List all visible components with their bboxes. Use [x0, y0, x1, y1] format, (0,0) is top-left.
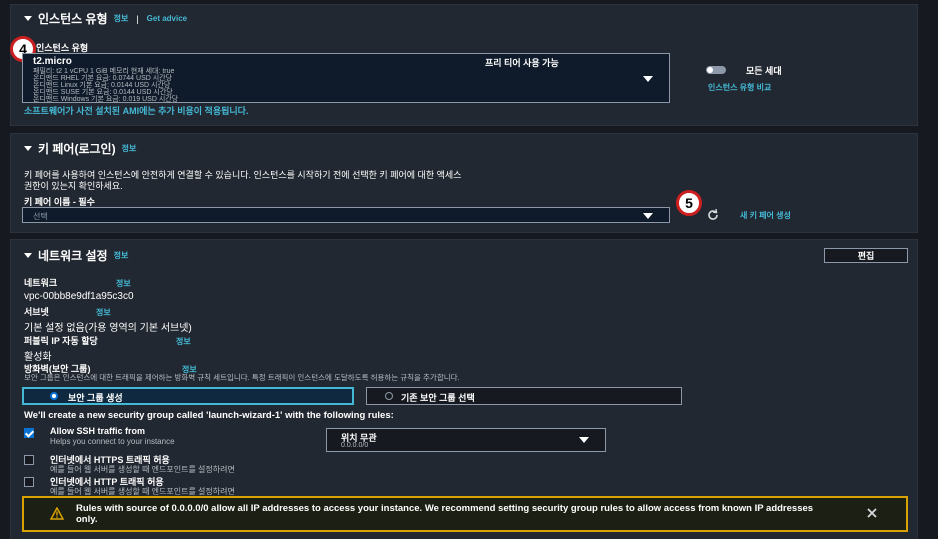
step-marker-5: 5: [676, 190, 702, 216]
create-security-group-label: 보안 그룹 생성: [68, 393, 123, 403]
ssh-source-select[interactable]: 위치 무관 0.0.0.0/0: [326, 428, 606, 452]
select-existing-security-group-label: 기존 보안 그룹 선택: [401, 393, 475, 403]
free-tier-label: 프리 티어 사용 가능: [485, 58, 559, 68]
instance-type-select[interactable]: t2.micro 패밀리: t2 1 vCPU 1 GiB 메모리 현재 세대:…: [22, 53, 670, 103]
chevron-down-icon[interactable]: [643, 76, 653, 82]
get-advice-link[interactable]: Get advice: [147, 14, 187, 23]
network-settings-info-link[interactable]: 정보: [114, 250, 129, 261]
collapse-caret-icon[interactable]: [24, 16, 32, 21]
subnet-value: 기본 설정 없음(가용 영역의 기본 서브넷): [24, 323, 192, 334]
public-ip-info-link[interactable]: 정보: [176, 336, 191, 347]
allow-https-sub: 예를 들어 웹 서버를 생성할 때 엔드포인트를 설정하려면: [50, 465, 235, 474]
allow-https-checkbox[interactable]: [24, 455, 34, 465]
subnet-label: 서브넷: [24, 307, 49, 317]
separator: |: [136, 13, 139, 24]
key-pair-title: 키 페어(로그인): [38, 142, 116, 156]
allow-ssh-label: Allow SSH traffic from: [50, 426, 146, 436]
key-pair-description-2: 권한이 있는지 확인하세요.: [24, 181, 123, 191]
instance-type-header[interactable]: 인스턴스 유형 정보 | Get advice: [24, 10, 187, 27]
edit-button-label: 편집: [857, 251, 875, 261]
chevron-down-icon[interactable]: [643, 213, 653, 219]
subnet-info-link[interactable]: 정보: [96, 307, 111, 318]
warning-text: Rules with source of 0.0.0.0/0 allow all…: [76, 503, 814, 525]
network-value: vpc-00bb8e9df1a95c3c0: [24, 291, 134, 302]
allow-ssh-checkbox[interactable]: [24, 428, 34, 438]
collapse-caret-icon[interactable]: [24, 253, 32, 258]
all-generations-toggle[interactable]: [706, 66, 726, 74]
network-settings-title: 네트워크 설정: [38, 249, 108, 263]
public-ip-label: 퍼블릭 IP 자동 할당: [24, 336, 98, 346]
create-key-pair-link[interactable]: 새 키 페어 생성: [740, 210, 791, 221]
network-info-link[interactable]: 정보: [116, 278, 131, 289]
select-existing-security-group-option[interactable]: 기존 보안 그룹 선택: [366, 387, 682, 405]
network-settings-header[interactable]: 네트워크 설정 정보: [24, 247, 128, 264]
step-marker-5-number: 5: [685, 195, 693, 211]
ssh-source-cidr: 0.0.0.0/0: [341, 442, 369, 449]
close-icon[interactable]: [866, 507, 878, 519]
ami-cost-note: 소프트웨어가 사전 설치된 AMI에는 추가 비용이 적용됩니다.: [24, 106, 249, 116]
create-security-group-option[interactable]: 보안 그룹 생성: [22, 387, 354, 405]
radio-selected-icon: [50, 392, 58, 400]
collapse-caret-icon[interactable]: [24, 146, 32, 151]
network-label: 네트워크: [24, 278, 58, 288]
instance-type-title: 인스턴스 유형: [38, 12, 108, 26]
refresh-icon[interactable]: [706, 208, 720, 222]
radio-unselected-icon: [385, 392, 393, 400]
warning-icon: [50, 507, 64, 520]
allow-ssh-sub: Helps you connect to your instance: [50, 437, 175, 446]
create-security-group-message: We'll create a new security group called…: [24, 410, 394, 421]
edit-button[interactable]: 편집: [824, 248, 908, 263]
key-pair-placeholder: 선택: [33, 212, 48, 221]
instance-type-info-link[interactable]: 정보: [114, 13, 129, 24]
price-line-windows: 온디맨드 Windows 기본 요금: 0.019 USD 시간당: [33, 96, 179, 103]
toggle-knob-icon: [707, 67, 713, 73]
all-generations-label: 모든 세대: [746, 66, 782, 76]
key-pair-select[interactable]: 선택: [22, 207, 670, 223]
open-ssh-warning: Rules with source of 0.0.0.0/0 allow all…: [22, 496, 908, 532]
key-pair-info-link[interactable]: 정보: [122, 143, 137, 154]
chevron-down-icon[interactable]: [579, 437, 589, 443]
key-pair-header[interactable]: 키 페어(로그인) 정보: [24, 140, 136, 157]
public-ip-value: 활성화: [24, 352, 52, 363]
allow-http-checkbox[interactable]: [24, 477, 34, 487]
firewall-description: 보안 그룹은 인스턴스에 대한 트래픽을 제어하는 방화벽 규칙 세트입니다. …: [24, 373, 460, 382]
compare-instance-types-link[interactable]: 인스턴스 유형 비교: [708, 82, 771, 93]
